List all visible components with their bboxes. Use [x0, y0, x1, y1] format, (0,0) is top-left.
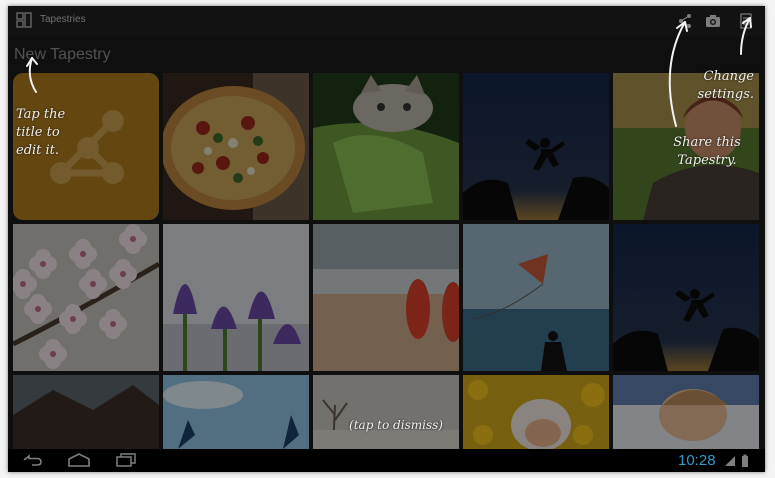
hint-share-tapestry: Share this Tapestry.	[673, 135, 741, 168]
tablet-screen: Tapestries New Tapestry 10:28 Tap the ti…	[8, 6, 765, 472]
hint-edit-title: Tap the title to edit it.	[16, 107, 66, 158]
hint-tap-to-dismiss[interactable]: (tap to dismiss)	[336, 416, 456, 434]
hint-arrows	[26, 17, 752, 127]
hint-change-settings: Change settings.	[697, 69, 754, 102]
